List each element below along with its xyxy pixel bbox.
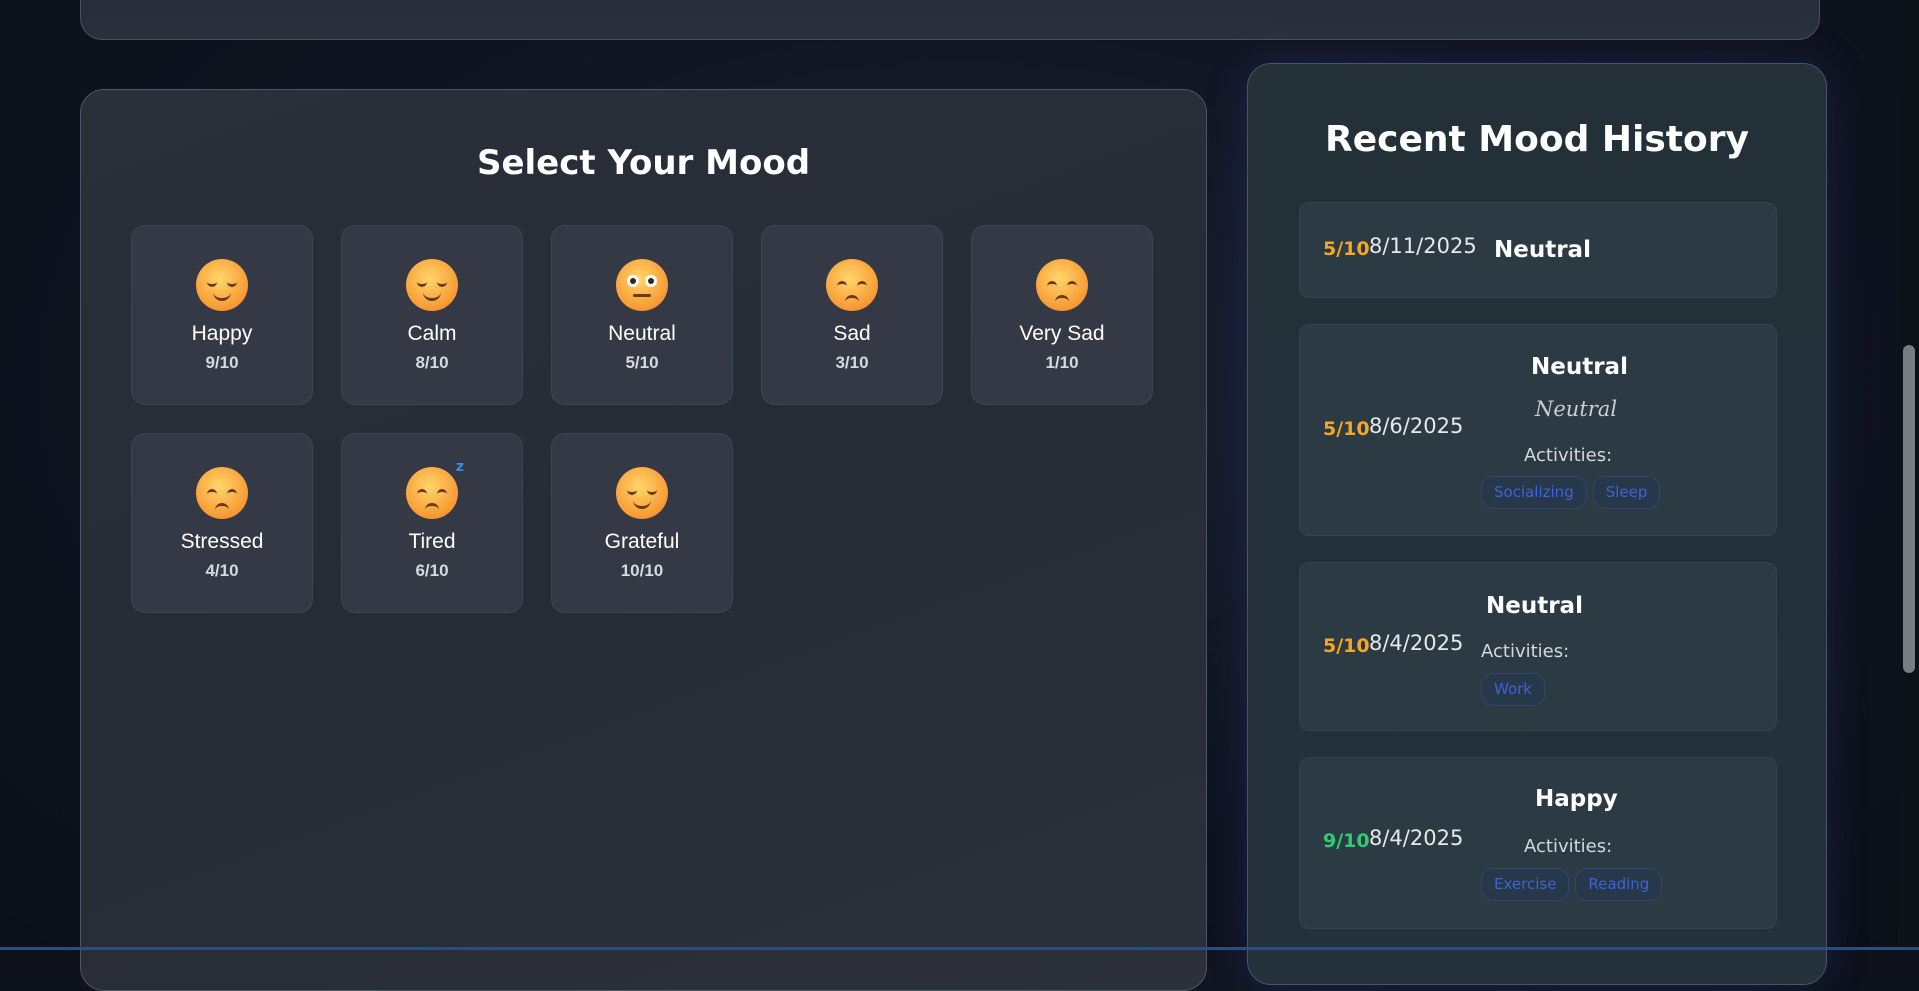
mood-option-happy[interactable]: Happy 9/10 xyxy=(131,225,313,405)
history-entry[interactable]: 9/10 8/4/2025 Happy Activities: Exercise… xyxy=(1299,757,1777,929)
sleeping-face-icon: z xyxy=(406,459,464,519)
scrollbar-thumb[interactable] xyxy=(1903,345,1915,673)
entry-activities-label: Activities: xyxy=(1481,641,1570,662)
scrollbar[interactable] xyxy=(1897,0,1919,950)
mood-option-score: 9/10 xyxy=(205,353,239,372)
mood-option-stressed[interactable]: Stressed 4/10 xyxy=(131,433,313,613)
mood-option-score: 5/10 xyxy=(625,353,659,372)
mood-option-name: Happy xyxy=(191,322,253,345)
entry-score: 5/10 xyxy=(1323,418,1370,440)
entry-date: 8/6/2025 xyxy=(1369,414,1464,438)
mood-option-name: Calm xyxy=(407,322,457,345)
mood-selector-panel: Select Your Mood Happy 9/10 Calm 8/10 Ne… xyxy=(80,89,1207,991)
entry-activity-tags: Work xyxy=(1481,673,1545,706)
entry-date: 8/4/2025 xyxy=(1369,631,1464,655)
relieved-face-icon xyxy=(406,259,458,311)
mood-option-name: Tired xyxy=(408,530,456,553)
entry-score: 5/10 xyxy=(1323,635,1370,657)
entry-date: 8/11/2025 xyxy=(1369,234,1477,258)
top-card xyxy=(80,0,1820,40)
history-entry[interactable]: 5/10 8/11/2025 Neutral xyxy=(1299,202,1777,298)
pensive-face-icon xyxy=(196,467,248,519)
mood-option-grateful[interactable]: Grateful 10/10 xyxy=(551,433,733,613)
smiling-face-icon xyxy=(196,259,248,311)
entry-activities-label: Activities: xyxy=(1524,445,1613,466)
mood-history-title: Recent Mood History xyxy=(1325,119,1749,160)
pensive-face-icon xyxy=(826,259,878,311)
mood-history-panel: Recent Mood History 5/10 8/11/2025 Neutr… xyxy=(1247,63,1827,985)
entry-score: 5/10 xyxy=(1323,238,1370,260)
activity-tag: Sleep xyxy=(1592,476,1661,509)
mood-option-score: 3/10 xyxy=(835,353,869,372)
entry-activity-tags: Socializing Sleep xyxy=(1481,476,1661,509)
entry-date: 8/4/2025 xyxy=(1369,826,1464,850)
entry-mood: Neutral xyxy=(1531,354,1628,380)
entry-score: 9/10 xyxy=(1323,830,1370,852)
entry-mood: Neutral xyxy=(1494,237,1591,263)
mood-option-score: 6/10 xyxy=(415,561,449,580)
mood-selector-title: Select Your Mood xyxy=(476,143,811,183)
activity-tag: Exercise xyxy=(1481,868,1570,901)
mood-option-name: Grateful xyxy=(604,530,680,553)
mood-option-name: Neutral xyxy=(608,322,676,345)
entry-activities-label: Activities: xyxy=(1524,836,1613,857)
mood-option-score: 8/10 xyxy=(415,353,449,372)
entry-note: Neutral xyxy=(1535,397,1618,421)
smiling-face-icon xyxy=(616,467,668,519)
mood-option-name: Sad xyxy=(833,322,871,345)
mood-option-sad[interactable]: Sad 3/10 xyxy=(761,225,943,405)
activity-tag: Reading xyxy=(1575,868,1663,901)
activity-tag: Socializing xyxy=(1481,476,1587,509)
mood-option-very-sad[interactable]: Very Sad 1/10 xyxy=(971,225,1153,405)
mood-option-name: Stressed xyxy=(180,530,264,553)
activity-tag: Work xyxy=(1481,673,1545,706)
mood-option-neutral[interactable]: Neutral 5/10 xyxy=(551,225,733,405)
mood-option-score: 1/10 xyxy=(1045,353,1079,372)
mood-option-tired[interactable]: z Tired 6/10 xyxy=(341,433,523,613)
history-entry[interactable]: 5/10 8/6/2025 Neutral Neutral Activities… xyxy=(1299,324,1777,536)
history-entry[interactable]: 5/10 8/4/2025 Neutral Activities: Work xyxy=(1299,562,1777,731)
mood-option-name: Very Sad xyxy=(1019,322,1105,345)
entry-activity-tags: Exercise Reading xyxy=(1481,868,1663,901)
mood-option-calm[interactable]: Calm 8/10 xyxy=(341,225,523,405)
mood-grid: Happy 9/10 Calm 8/10 Neutral 5/10 Sad 3/… xyxy=(131,225,1191,613)
mood-option-score: 10/10 xyxy=(620,561,664,580)
neutral-face-icon xyxy=(616,259,668,311)
mood-option-score: 4/10 xyxy=(205,561,239,580)
entry-mood: Happy xyxy=(1535,786,1618,812)
pensive-face-icon xyxy=(1036,259,1088,311)
entry-mood: Neutral xyxy=(1486,593,1583,619)
